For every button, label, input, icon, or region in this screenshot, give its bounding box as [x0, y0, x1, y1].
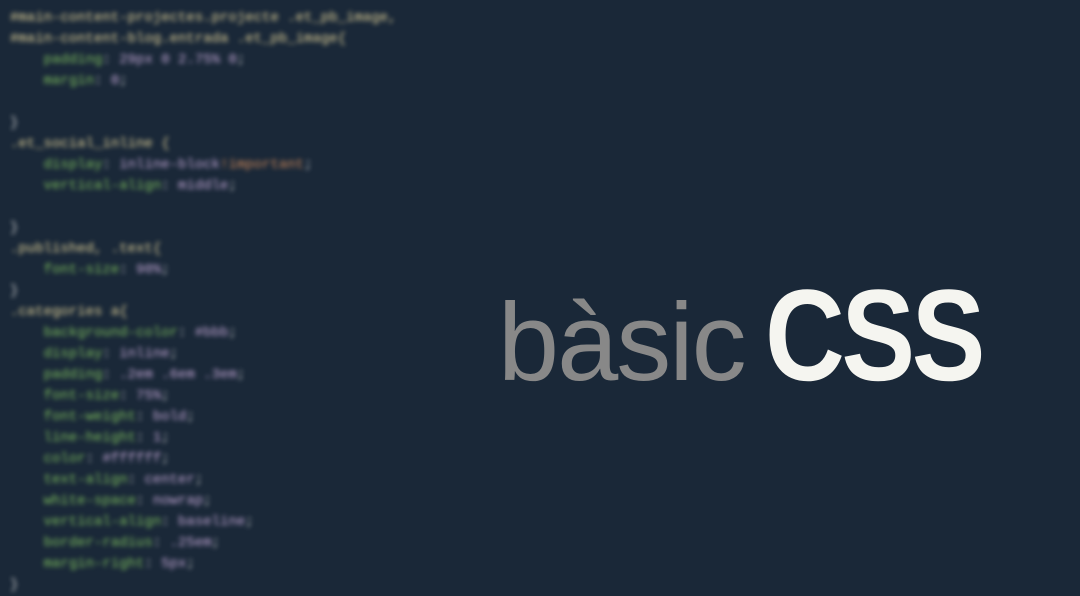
css-value: #bbb — [195, 325, 229, 341]
css-value: 75% — [136, 388, 161, 404]
css-property: font-weight — [44, 409, 136, 425]
css-property: border-radius — [44, 535, 153, 551]
css-property: color — [44, 451, 86, 467]
css-value: 90% — [136, 262, 161, 278]
css-value: middle — [178, 178, 228, 194]
css-property: vertical-align — [44, 178, 162, 194]
css-value: 5px — [161, 556, 186, 572]
css-selector: .published, .text{ — [10, 241, 161, 257]
css-property: text-align — [44, 472, 128, 488]
css-property: margin — [44, 73, 94, 89]
css-property: vertical-align — [44, 514, 162, 530]
title-word-css: CSS — [765, 260, 982, 410]
css-selector: .et_social_inline { — [10, 136, 170, 152]
css-important: !important — [220, 157, 304, 173]
css-value: .25em — [170, 535, 212, 551]
css-property: padding — [44, 367, 103, 383]
css-property: line-height — [44, 430, 136, 446]
css-value: 1 — [153, 430, 161, 446]
css-value: bold — [153, 409, 187, 425]
css-value: inline-block — [119, 157, 220, 173]
css-brace: } — [10, 283, 18, 299]
css-brace: } — [10, 577, 18, 593]
css-selector: .categories a{ — [10, 304, 128, 320]
code-background: #main-content-projectes.projecte .et_pb_… — [10, 8, 396, 596]
css-property: font-size — [44, 388, 120, 404]
title-word-basic: bàsic — [498, 279, 745, 406]
css-value: baseline — [178, 514, 245, 530]
css-property: margin-right — [44, 556, 145, 572]
css-property: font-size — [44, 262, 120, 278]
css-property: display — [44, 157, 103, 173]
css-property: padding — [44, 52, 103, 68]
css-value: 0 — [111, 73, 119, 89]
css-value: center — [144, 472, 194, 488]
css-value: .2em .6em .3em — [119, 367, 237, 383]
css-value: 29px 0 2.75% 0 — [119, 52, 237, 68]
css-selector: #main-content-projectes.projecte .et_pb_… — [10, 10, 396, 26]
css-property: display — [44, 346, 103, 362]
css-brace: } — [10, 220, 18, 236]
css-brace: } — [10, 115, 18, 131]
css-value: nowrap — [153, 493, 203, 509]
css-value: inline — [119, 346, 169, 362]
title-container: bàsic CSS — [498, 260, 1020, 410]
css-selector: #main-content-blog.entrada .et_pb_image{ — [10, 31, 346, 47]
css-property: background-color — [44, 325, 178, 341]
css-value: #ffffff — [102, 451, 161, 467]
css-property: white-space — [44, 493, 136, 509]
